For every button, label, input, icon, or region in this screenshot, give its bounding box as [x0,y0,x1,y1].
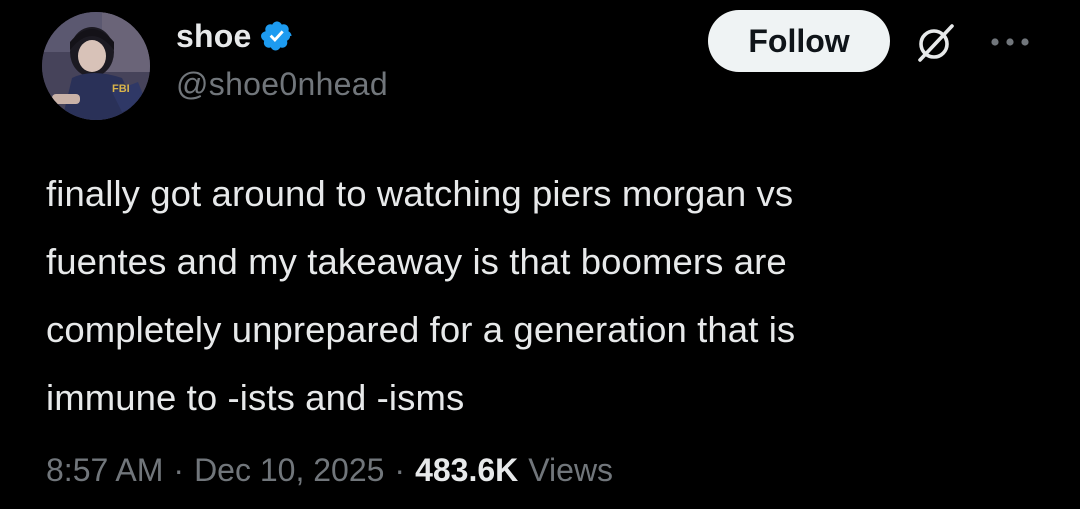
display-name[interactable]: shoe [176,18,252,55]
author-handle[interactable]: @shoe0nhead [176,66,388,103]
grok-slash-circle-icon[interactable] [912,20,960,64]
author-name-row[interactable]: shoe [176,14,294,58]
views-count[interactable]: 483.6K [415,452,518,489]
follow-button[interactable]: Follow [708,10,890,72]
meta-separator: · [173,452,185,488]
tweet-text: finally got around to watching piers mor… [46,173,796,418]
tweet-card: FBI shoe @shoe0nhead Follow finally got … [0,0,1080,509]
views-label: Views [528,452,614,488]
tweet-meta: 8:57 AM · Dec 10, 2025 · 483.6K Views [46,452,613,489]
verified-badge-icon [260,19,294,53]
avatar-image: FBI [42,12,150,120]
tweet-date[interactable]: Dec 10, 2025 [194,452,384,489]
avatar[interactable]: FBI [42,12,150,120]
svg-text:FBI: FBI [112,83,130,95]
more-dots-icon[interactable] [986,30,1034,54]
tweet-time[interactable]: 8:57 AM [46,452,163,489]
meta-separator: · [394,452,406,488]
